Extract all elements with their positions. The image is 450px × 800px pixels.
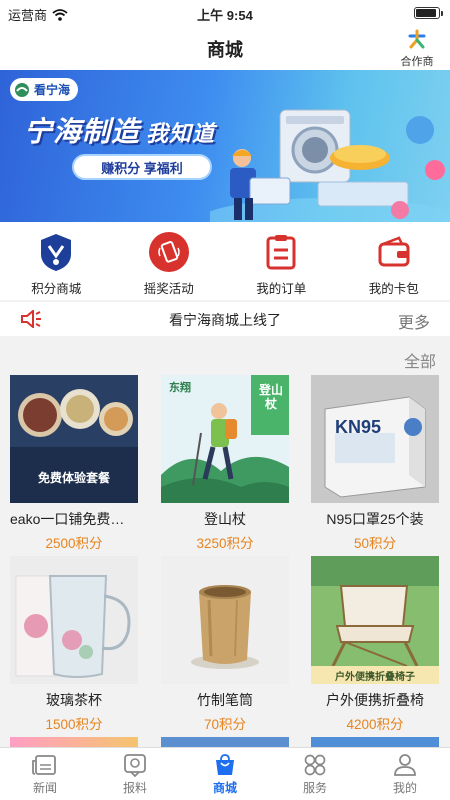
product-image: 东翔 登山杖 <box>161 375 289 503</box>
product-image <box>10 556 138 684</box>
product-points: 2500积分 <box>45 536 103 551</box>
order-icon <box>261 232 301 272</box>
notice-bar[interactable]: 看宁海商城上线了 更多 <box>0 302 450 336</box>
profile-icon <box>394 754 416 776</box>
product-image: 免费体验套餐 <box>10 375 138 503</box>
report-icon <box>124 754 146 777</box>
quick-entry-my-wallet[interactable]: 我的卡包 <box>338 222 450 300</box>
tab-label: 商城 <box>212 781 237 795</box>
product-card[interactable]: 竹制笔筒 70积分 <box>161 556 289 733</box>
service-icon <box>304 754 326 776</box>
notice-more-link[interactable]: 更多 <box>398 309 430 333</box>
tab-label: 我的 <box>392 781 417 795</box>
tab-label: 新闻 <box>32 781 57 795</box>
product-name: N95口罩25个装 <box>326 511 424 527</box>
quick-entry-label: 摇奖活动 <box>143 282 194 296</box>
product-image <box>161 556 289 684</box>
quick-entry-label: 积分商城 <box>31 282 82 296</box>
product-card-peek[interactable] <box>10 737 138 747</box>
notice-text: 看宁海商城上线了 <box>169 312 281 328</box>
banner-title-sub: 我知道 <box>146 121 216 146</box>
product-card-peek[interactable] <box>161 737 289 747</box>
shake-icon <box>148 232 189 272</box>
badge-icon <box>36 232 76 272</box>
status-bar: 运营商 上午 9:54 <box>0 0 450 26</box>
tab-label: 报料 <box>122 781 147 795</box>
quick-entry-lottery[interactable]: 摇奖活动 <box>113 222 226 300</box>
quick-entry-my-orders[interactable]: 我的订单 <box>225 222 338 300</box>
battery-icon <box>414 7 443 19</box>
quick-entry-label: 我的订单 <box>256 282 307 296</box>
product-points: 1500积分 <box>45 717 103 732</box>
product-image-caption: 户外便携折叠椅子 <box>335 672 415 683</box>
tab-service[interactable]: 服务 <box>270 748 360 800</box>
tab-report[interactable]: 报料 <box>90 748 180 800</box>
product-points: 50积分 <box>353 536 397 551</box>
wallet-icon <box>374 232 414 272</box>
quick-entries: 积分商城 摇奖活动 我的订单 我的卡包 <box>0 222 450 300</box>
product-image-caption: KN95 <box>335 417 382 437</box>
tab-news[interactable]: 新闻 <box>0 748 90 800</box>
product-name: 登山杖 <box>204 511 246 527</box>
banner-title-main: 宁海制造 <box>24 116 141 147</box>
nav-bar: 商城 合作商 <box>0 26 450 70</box>
promo-banner[interactable]: 看宁海 宁海制造 我知道 赚积分 享福利 <box>0 70 450 222</box>
tab-profile[interactable]: 我的 <box>360 748 450 800</box>
banner-pill: 赚积分 享福利 <box>72 154 212 180</box>
product-name: 户外便携折叠椅 <box>326 692 424 708</box>
banner-logo: 看宁海 <box>10 78 79 101</box>
tab-label: 服务 <box>302 781 327 795</box>
partner-button[interactable]: 合作商 <box>392 28 442 69</box>
product-image: 户外便携折叠椅子 <box>311 556 439 684</box>
tab-shop[interactable]: 商城 <box>180 748 270 800</box>
banner-title: 宁海制造 我知道 <box>24 110 215 150</box>
shop-bag-icon <box>216 754 234 775</box>
product-points: 4200积分 <box>346 717 404 732</box>
product-name: 玻璃茶杯 <box>46 692 102 708</box>
product-card[interactable]: 玻璃茶杯 1500积分 <box>10 556 138 733</box>
product-card-peek[interactable] <box>311 737 439 747</box>
product-points: 3250积分 <box>196 536 254 551</box>
product-image: KN95 <box>311 375 439 503</box>
product-points: 70积分 <box>203 717 247 732</box>
logo-icon <box>15 82 29 97</box>
product-card[interactable]: 户外便携折叠椅子 户外便携折叠椅 4200积分 <box>311 556 439 733</box>
partner-icon <box>408 29 426 49</box>
quick-entry-label: 我的卡包 <box>368 282 419 296</box>
product-card[interactable]: 东翔 登山杖 登山杖 3250积分 <box>161 375 289 552</box>
product-card[interactable]: 免费体验套餐 eako一口铺免费体验套餐 2500积分 <box>10 375 138 552</box>
quick-entry-points-mall[interactable]: 积分商城 <box>0 222 113 300</box>
all-products-link[interactable]: 全部 <box>404 348 436 372</box>
product-card[interactable]: KN95 N95口罩25个装 50积分 <box>311 375 439 552</box>
status-time: 上午 9:54 <box>197 8 253 23</box>
product-name: eako一口铺免费体验套餐 <box>10 511 138 527</box>
product-name: 竹制笔筒 <box>197 692 253 708</box>
tab-bar: 新闻 报料 商城 服务 我的 <box>0 747 450 800</box>
product-image-caption: 免费体验套餐 <box>37 471 110 485</box>
page-title: 商城 <box>207 40 243 60</box>
product-image-brand: 东翔 <box>169 382 191 394</box>
news-icon <box>32 755 56 775</box>
product-image-caption: 登山杖 <box>259 383 284 411</box>
partner-label: 合作商 <box>400 56 434 68</box>
banner-logo-text: 看宁海 <box>34 83 71 97</box>
banner-illustration <box>210 109 450 222</box>
